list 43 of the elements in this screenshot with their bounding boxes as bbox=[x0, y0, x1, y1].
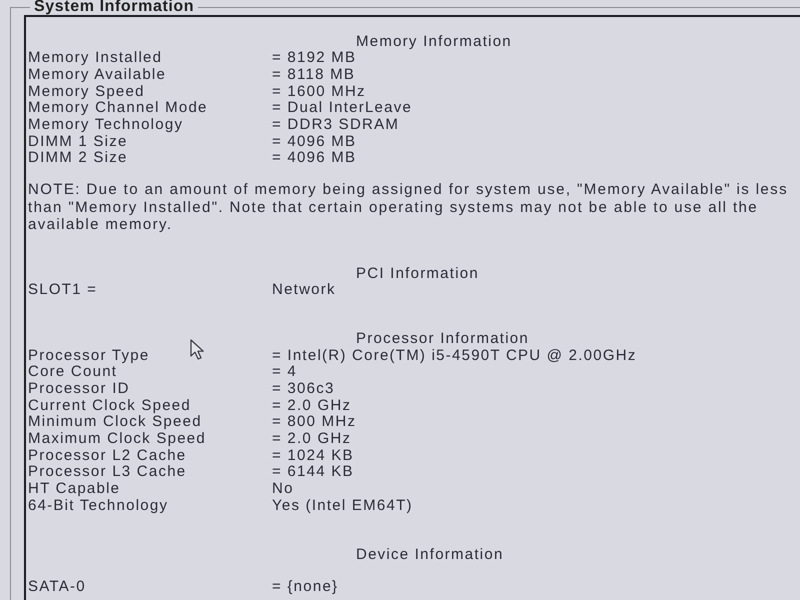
field-value: = {none} bbox=[272, 579, 338, 596]
field-label: Memory Available bbox=[28, 66, 166, 84]
field-value: = 1024 KB bbox=[272, 448, 354, 464]
field-label: Maximum Clock Speed bbox=[28, 431, 206, 448]
field-label: Processor ID bbox=[28, 381, 130, 398]
field-label: Processor Type bbox=[28, 348, 150, 364]
field-value: = DDR3 SDRAM bbox=[272, 117, 400, 134]
section-heading: PCI Information bbox=[356, 266, 479, 282]
field-label: Processor L3 Cache bbox=[28, 464, 186, 482]
field-value: = 800 MHz bbox=[272, 414, 356, 432]
section-heading: Memory Information bbox=[356, 34, 512, 50]
field-label: 64-Bit Technology bbox=[28, 498, 168, 515]
field-label: DIMM 2 Size bbox=[28, 150, 128, 168]
field-value: = Intel(R) Core(TM) i5-4590T CPU @ 2.00GHz bbox=[272, 348, 637, 364]
field-value: = 4096 MB bbox=[272, 134, 356, 150]
field-label: Memory Channel Mode bbox=[28, 100, 208, 118]
field-label: SATA-0 bbox=[28, 579, 86, 596]
field-value: No bbox=[272, 481, 294, 498]
field-label: Memory Technology bbox=[28, 117, 184, 134]
section-heading: Processor Information bbox=[356, 330, 529, 348]
field-label: Processor L2 Cache bbox=[28, 448, 186, 464]
field-value: = 8192 MB bbox=[272, 50, 356, 67]
field-label: Core Count bbox=[28, 364, 118, 382]
field-label: Memory Installed bbox=[28, 50, 162, 67]
field-label: HT Capable bbox=[28, 481, 120, 498]
field-label: DIMM 1 Size bbox=[28, 134, 128, 150]
field-value: Yes (Intel EM64T) bbox=[272, 498, 413, 515]
field-value: = 2.0 GHz bbox=[272, 398, 352, 414]
field-value: = 306c3 bbox=[272, 381, 335, 398]
field-value: = 8118 MB bbox=[272, 66, 356, 84]
field-value: = 6144 KB bbox=[272, 464, 354, 482]
field-value: Network bbox=[272, 282, 336, 299]
field-value: = 1600 MHz bbox=[272, 84, 366, 100]
field-label: SLOT1 = bbox=[28, 282, 98, 299]
field-value: = 4096 MB bbox=[272, 150, 356, 168]
section-heading: Device Information bbox=[356, 546, 504, 564]
field-value: = 4 bbox=[272, 364, 298, 382]
field-label: Current Clock Speed bbox=[28, 398, 191, 414]
field-label: Memory Speed bbox=[28, 84, 145, 100]
field-value: = 2.0 GHz bbox=[272, 431, 352, 448]
field-value: = Dual InterLeave bbox=[272, 100, 412, 118]
note-text: NOTE: Due to an amount of memory being assigned for system use, "Memory Available" is less than "Memory Installed". Note that certain operating systems may not be able to use all the available memory. bbox=[28, 181, 789, 234]
field-label: Minimum Clock Speed bbox=[28, 414, 202, 432]
